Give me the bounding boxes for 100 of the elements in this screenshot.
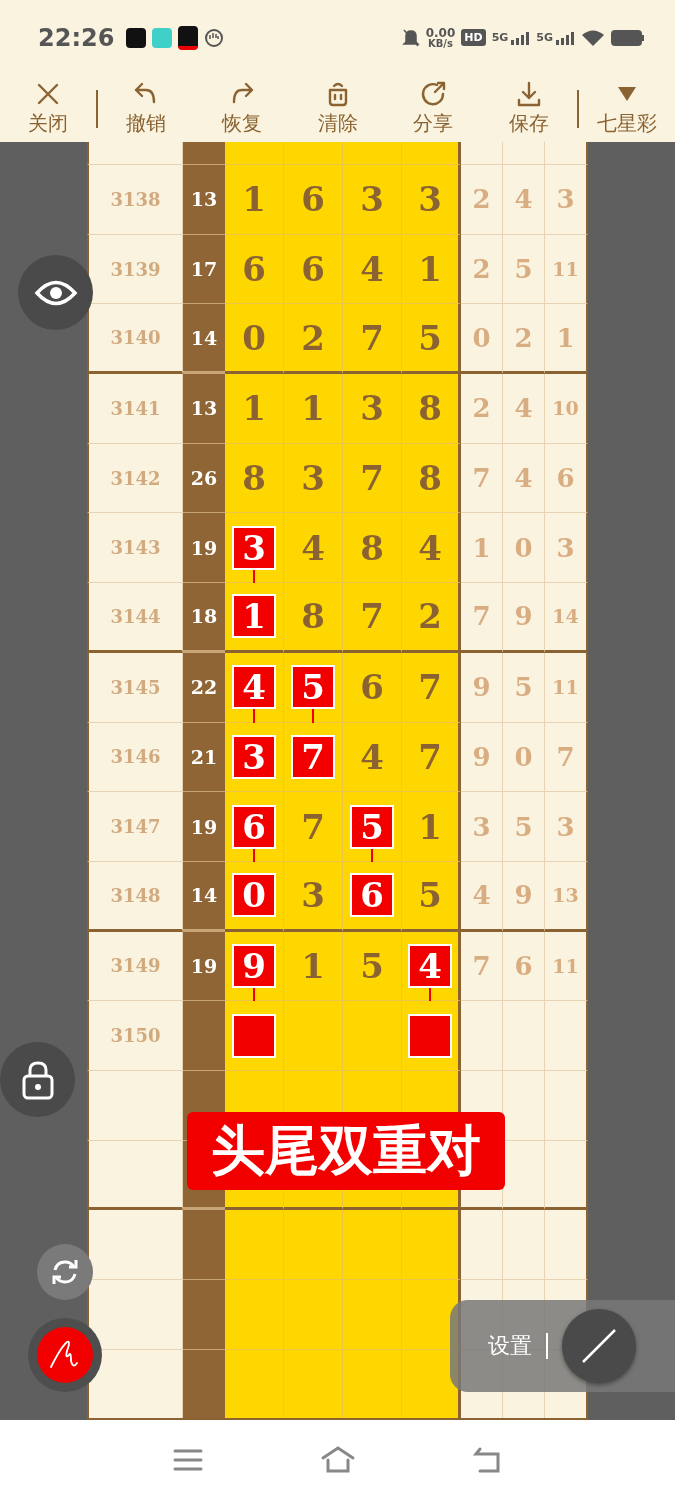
- table-cell: 7: [343, 304, 402, 375]
- table-cell: 18: [183, 583, 225, 653]
- home-icon[interactable]: [319, 1446, 356, 1474]
- table-cell: 26: [183, 443, 225, 514]
- table-cell: 5: [343, 931, 402, 1002]
- pen-button[interactable]: [37, 1327, 93, 1383]
- table-cell: 8: [225, 443, 284, 514]
- marked-digit: 5: [291, 665, 335, 710]
- table-cell: 9: [503, 583, 545, 653]
- marked-digit: 4: [408, 943, 452, 988]
- table-cell: 1: [225, 165, 284, 235]
- sync-button[interactable]: [37, 1244, 93, 1300]
- table-cell: 10: [545, 374, 588, 444]
- table-cell: [284, 1210, 343, 1280]
- table-cell: [503, 1001, 545, 1071]
- table-cell: 1: [225, 374, 284, 444]
- table-cell: 8: [284, 583, 343, 653]
- table-cell: 22: [183, 652, 225, 723]
- table-cell: 19: [183, 513, 225, 584]
- table-cell: 11: [545, 931, 588, 1002]
- table-cell: 17: [183, 234, 225, 305]
- table-cell: 3: [545, 513, 588, 584]
- table-cell: 4: [284, 513, 343, 584]
- table-cell: 11: [545, 652, 588, 723]
- table-cell: 3: [343, 374, 402, 444]
- table-cell: 4: [503, 443, 545, 514]
- marked-digit: 6: [350, 873, 394, 918]
- table-cell: 4: [343, 722, 402, 793]
- table-cell: 7: [343, 583, 402, 653]
- table-cell: [225, 1349, 284, 1418]
- table-cell: [343, 1280, 402, 1350]
- table-cell: 0: [225, 304, 284, 375]
- toolbar-button[interactable]: 关闭: [0, 80, 96, 137]
- table-cell: 4: [461, 861, 503, 932]
- hd-badge: HD: [461, 29, 486, 46]
- table-cell: 7: [461, 583, 503, 653]
- toolbar-button[interactable]: 七星彩: [579, 80, 675, 137]
- table-cell: 1: [284, 931, 343, 1002]
- table-cell: 6: [284, 234, 343, 305]
- table-cell: 2: [402, 583, 461, 653]
- marked-digit: 5: [350, 804, 394, 849]
- table-cell: 5: [503, 652, 545, 723]
- table-cell: 11: [545, 234, 588, 305]
- table-cell: 14: [545, 583, 588, 653]
- table-cell: 0: [503, 513, 545, 584]
- table-cell: [225, 142, 284, 165]
- table-cell: 4: [503, 374, 545, 444]
- wifi-icon: [581, 28, 605, 47]
- table-cell: 3: [545, 165, 588, 235]
- table-cell: 7: [461, 931, 503, 1002]
- table-cell: [343, 1349, 402, 1418]
- table-cell: 0: [503, 722, 545, 793]
- table-cell: [225, 1210, 284, 1280]
- table-cell: [284, 142, 343, 165]
- hand-icon: [204, 27, 225, 48]
- table-cell: 6: [284, 165, 343, 235]
- table-cell: 21: [183, 722, 225, 793]
- banner-label: 头尾双重对: [187, 1112, 505, 1190]
- toolbar-button[interactable]: 分享: [385, 80, 482, 137]
- signal-icon: [555, 30, 575, 45]
- marked-digit: 1: [232, 594, 276, 639]
- table-cell: [225, 1280, 284, 1350]
- marked-digit: 7: [291, 734, 335, 779]
- signal-icon: [510, 30, 531, 45]
- marked-digit: 6: [232, 804, 276, 849]
- table-cell: 3: [343, 165, 402, 235]
- table-cell: 1: [284, 374, 343, 444]
- table-cell: 3: [402, 165, 461, 235]
- table-cell: 19: [183, 792, 225, 862]
- toolbar-button[interactable]: 恢复: [193, 80, 290, 137]
- toolbar-button[interactable]: 保存: [481, 80, 578, 137]
- settings-button[interactable]: 设置: [488, 1331, 532, 1361]
- bell-muted-icon: [401, 27, 420, 48]
- table-cell: [503, 142, 545, 165]
- table-cell: 13: [545, 861, 588, 932]
- table-cell: [402, 1210, 461, 1280]
- table-cell: 3: [284, 443, 343, 514]
- app-icon: [126, 27, 147, 48]
- table-cell: 6: [545, 443, 588, 514]
- table-cell: 7: [284, 792, 343, 862]
- line-tool-button[interactable]: [562, 1309, 636, 1383]
- app-icon: [152, 27, 173, 48]
- table-cell: 1: [402, 234, 461, 305]
- marked-digit: 3: [232, 525, 276, 570]
- table-cell: 5: [402, 861, 461, 932]
- table-cell: [343, 142, 402, 165]
- signal-label: 5G: [491, 31, 509, 44]
- table-cell: 7: [545, 722, 588, 793]
- table-cell: 6: [343, 652, 402, 723]
- table-cell: 5: [503, 792, 545, 862]
- table-cell: [284, 1349, 343, 1418]
- table-cell: 3: [545, 792, 588, 862]
- table-cell: 7: [461, 443, 503, 514]
- toolbar-button[interactable]: 撤销: [97, 80, 194, 137]
- menu-icon[interactable]: [171, 1447, 204, 1473]
- table-cell: 2: [461, 165, 503, 235]
- marked-digit: 0: [232, 873, 276, 918]
- table-cell: 9: [461, 722, 503, 793]
- toolbar-button[interactable]: 清除: [289, 80, 386, 137]
- table-cell: 8: [343, 513, 402, 584]
